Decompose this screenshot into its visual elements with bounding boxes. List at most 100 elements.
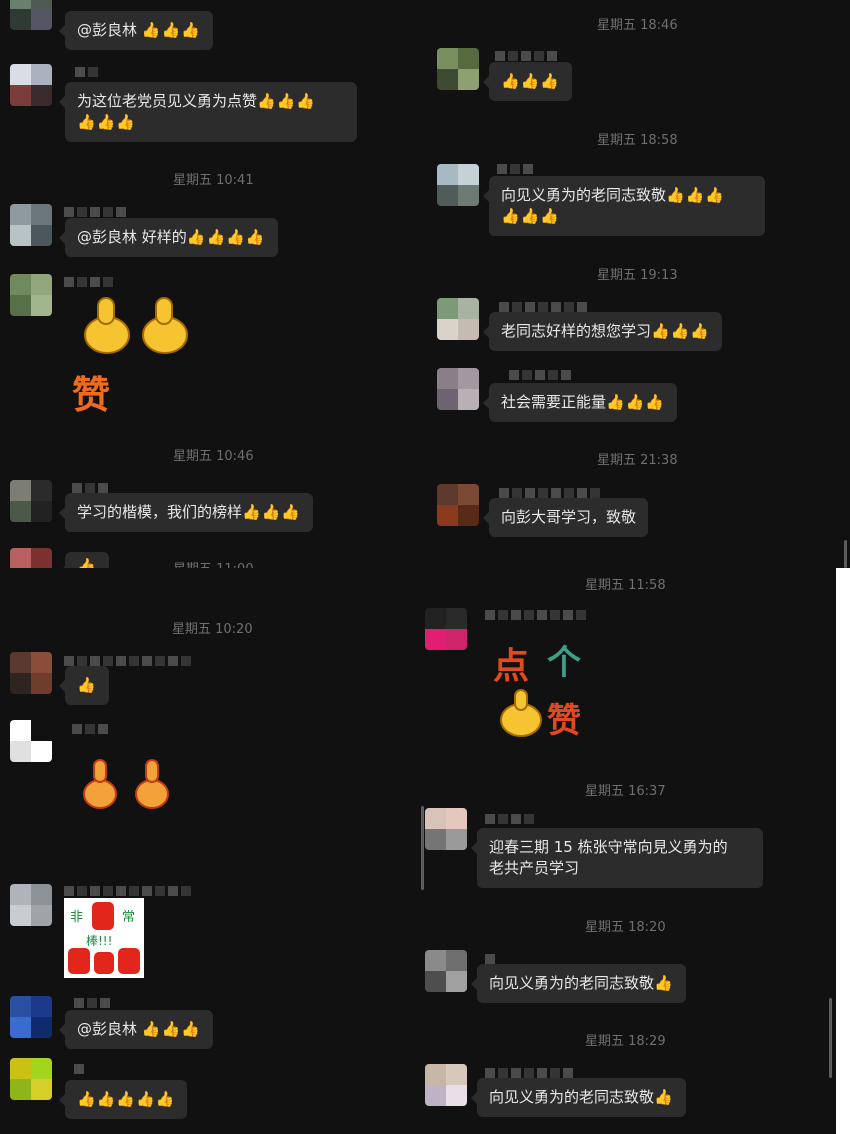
avatar[interactable] (10, 64, 52, 106)
avatar[interactable] (10, 480, 52, 522)
sender-name-blurred (497, 164, 533, 174)
avatar[interactable] (10, 548, 52, 568)
scrollbar[interactable] (844, 540, 847, 568)
message-bubble[interactable]: 向见义勇为的老同志致敬👍 (471, 964, 686, 1003)
thumbs-up-icon: 👍👍👍👍👍 (77, 1090, 176, 1108)
avatar[interactable] (437, 164, 479, 206)
avatar[interactable] (437, 48, 479, 90)
thumbs-up-icon (68, 902, 140, 974)
timestamp: 星期五 10:46 (173, 449, 254, 464)
chat-panel-top-right[interactable]: 星期五 18:46 👍👍👍 星期五 18:58 向见义勇为的老同志致敬👍👍👍 👍… (425, 0, 850, 568)
thumbs-up-icon: 👍 (77, 557, 97, 568)
message-bubble[interactable]: 👍👍👍 (482, 62, 573, 101)
message-bubble[interactable]: 学习的楷模，我们的榜样👍👍👍 (58, 493, 314, 532)
like-sticker[interactable]: 点 个 赞 (485, 638, 605, 748)
sender-name-blurred (74, 1064, 84, 1074)
thumbs-up-icon: 👍👍👍 (242, 503, 302, 521)
timestamp: 星期五 19:13 (597, 268, 678, 283)
great-job-sticker[interactable]: 非 常 棒!!! (64, 898, 144, 978)
avatar[interactable] (10, 0, 52, 30)
right-margin (836, 568, 850, 1134)
timestamp: 星期五 21:38 (597, 453, 678, 468)
avatar[interactable] (10, 996, 52, 1038)
thumbs-up-icon: 👍👍👍👍 (186, 228, 266, 246)
message-bubble[interactable]: 迎春三期 15 栋张守常向見义勇为的 老共产员学习 (471, 828, 763, 888)
avatar[interactable] (437, 368, 479, 410)
thumbs-up-icon: 👍👍👍 (141, 1020, 201, 1038)
message-bubble[interactable]: 向见义勇为的老同志致敬👍 (471, 1078, 686, 1117)
message-bubble[interactable]: 👍 (59, 666, 109, 705)
sticker-text: 赞 (547, 701, 581, 741)
sender-name-blurred (485, 814, 534, 824)
thumbs-up-icon (500, 689, 542, 737)
chat-panel-top-left[interactable]: @彭良林 👍👍👍 为这位老党员见义勇为点赞👍👍👍 👍👍👍 星期五 10:41 @… (0, 0, 425, 568)
message-bubble[interactable]: 向见义勇为的老同志致敬👍👍👍 👍👍👍 (483, 176, 765, 236)
avatar[interactable] (425, 1064, 467, 1106)
avatar[interactable] (437, 484, 479, 526)
chat-panel-bottom-left[interactable]: 星期五 10:20 👍 非 常 棒!!! @彭良林 👍👍👍 👍👍👍👍👍 (0, 568, 425, 1134)
message-bubble[interactable]: 向彭大哥学习，致敬 (482, 498, 649, 537)
sender-name-blurred (74, 998, 110, 1008)
message-bubble[interactable]: 为这位老党员见义勇为点赞👍👍👍 👍👍👍 (59, 82, 357, 142)
message-text: 向见义勇为的老同志致敬 (501, 186, 667, 204)
thumbs-up-sticker[interactable]: 赞 (70, 290, 200, 430)
scrollbar[interactable] (829, 998, 832, 1078)
timestamp: 星期五 11:00 (173, 558, 254, 568)
message-text: 向彭大哥学习，致敬 (501, 508, 637, 526)
thumbs-up-icon: 👍👍👍 (77, 113, 137, 131)
avatar[interactable] (10, 720, 52, 762)
thumbs-up-icon: 👍 (654, 1088, 674, 1106)
timestamp: 星期五 10:20 (172, 622, 253, 637)
message-bubble[interactable]: 👍👍👍👍👍 (58, 1080, 188, 1119)
message-text: 迎春三期 15 栋张守常向見义勇为的 (489, 838, 728, 856)
thumbs-up-icon (83, 759, 169, 809)
message-bubble[interactable]: @彭良林 好样的👍👍👍👍 (59, 218, 278, 257)
thumbs-up-icon: 👍👍👍 (141, 21, 201, 39)
sender-name-blurred (64, 656, 191, 666)
message-bubble[interactable]: 👍 (59, 552, 109, 568)
message-text: @彭良林 (77, 21, 142, 39)
sender-name-blurred (64, 886, 191, 896)
message-text: @彭良林 (77, 1020, 142, 1038)
thumbs-up-icon: 👍 (654, 974, 674, 992)
timestamp: 星期五 18:58 (597, 133, 678, 148)
message-text: 向见义勇为的老同志致敬 (489, 974, 655, 992)
thumbs-up-icon: 👍👍👍 (501, 72, 561, 90)
sender-name-blurred (72, 724, 108, 734)
sender-name-blurred (64, 207, 126, 217)
avatar[interactable] (10, 274, 52, 316)
message-text: 社会需要正能量 (501, 393, 607, 411)
sender-name-blurred (64, 277, 113, 287)
message-bubble[interactable]: @彭良林 👍👍👍 (59, 1010, 213, 1049)
message-text: 学习的楷模，我们的榜样 (77, 503, 243, 521)
message-text: 向见义勇为的老同志致敬 (489, 1088, 655, 1106)
avatar[interactable] (437, 298, 479, 340)
thumbs-up-icon: 👍 (77, 676, 97, 694)
message-bubble[interactable]: 老同志好样的想您学习👍👍👍 (482, 312, 723, 351)
sender-name-blurred (499, 302, 587, 312)
thumbs-up-icon: 👍👍👍 (501, 207, 561, 225)
timestamp: 星期五 16:37 (585, 784, 666, 799)
timestamp: 星期五 18:20 (585, 920, 666, 935)
sender-name-blurred (499, 488, 600, 498)
thumbs-up-icon: 👍👍👍 (257, 92, 317, 110)
avatar[interactable] (425, 808, 467, 850)
avatar[interactable] (425, 950, 467, 992)
avatar[interactable] (10, 204, 52, 246)
avatar[interactable] (425, 608, 467, 650)
thumbs-up-icon (84, 297, 188, 354)
avatar[interactable] (10, 884, 52, 926)
thumbs-up-icon: 👍👍👍 (666, 186, 726, 204)
sender-name-blurred (485, 610, 586, 620)
message-bubble[interactable]: 社会需要正能量👍👍👍 (482, 383, 678, 422)
avatar[interactable] (10, 652, 52, 694)
thumbs-up-icon: 👍👍👍 (606, 393, 666, 411)
avatar[interactable] (10, 1058, 52, 1100)
sticker-text: 赞 (72, 373, 110, 417)
timestamp: 星期五 18:46 (597, 18, 678, 33)
chat-panel-bottom-right[interactable]: 星期五 11:58 点 个 赞 星期五 16:37 迎春三期 15 栋张守常向見… (415, 568, 836, 1134)
sender-name-blurred (75, 67, 98, 77)
scrollbar[interactable] (421, 806, 424, 890)
message-bubble[interactable]: @彭良林 👍👍👍 (59, 11, 213, 50)
thumbs-up-sticker[interactable] (78, 756, 178, 816)
